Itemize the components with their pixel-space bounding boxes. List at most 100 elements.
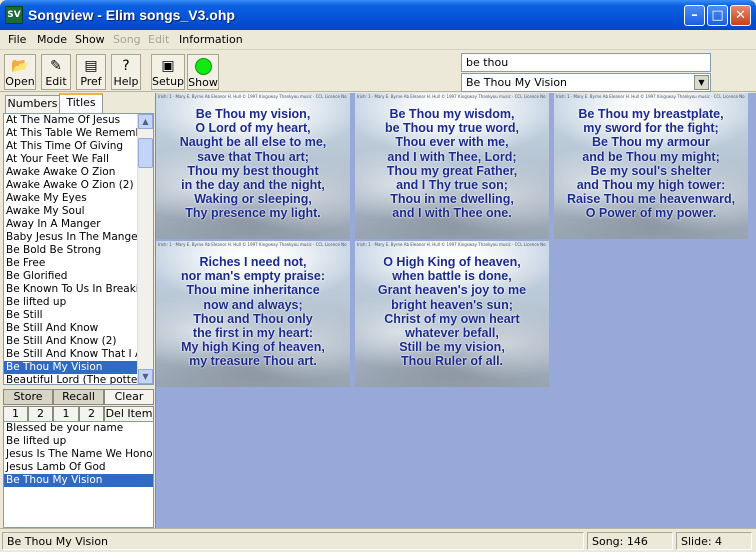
lyric-line: Be Thou my vision, [195,107,311,121]
help-icon: ? [122,58,130,74]
list-item[interactable]: Be Known To Us In Breaking [4,283,138,296]
open-button[interactable]: 📂 Open [4,54,36,90]
lyric-line: whatever befall, [405,326,499,341]
recall-rows: Blessed be your name Be lifted up Jesus Is… [4,422,153,487]
pref-label: Pref [80,75,102,88]
lyric-line: Waking or sleeping, [194,192,312,207]
lyric-line: O Power of my power. [585,206,717,221]
list-item[interactable]: Awake My Eyes [4,192,138,205]
list-item[interactable]: Beautiful Lord (The potters [4,374,138,384]
list-item[interactable]: Be Still And Know (2) [4,335,138,348]
lyric-line: Thou my best thought [187,163,319,178]
recall-button[interactable]: Recall [53,389,104,405]
search-input[interactable]: be thou [461,53,711,72]
minimize-icon: – [691,8,698,23]
chevron-down-icon[interactable]: ▼ [694,75,709,90]
slide-thumbnail-3[interactable]: Irish: 1 · Mary E. Byrne Ab Eleanor H. H… [554,93,748,239]
list-item[interactable]: At This Table We Remember [4,127,138,140]
help-button[interactable]: ? Help [111,54,141,90]
title-bar[interactable]: SV Songview - Elim songs_V3.ohp – □ ✕ [0,0,756,30]
slide-thumbnail-2[interactable]: Irish: 1 · Mary E. Byrne Ab Eleanor H. H… [355,93,549,239]
slide-thumbnail-1[interactable]: Irish: 1 · Mary E. Byrne Ab Eleanor H. H… [156,93,350,239]
titles-list[interactable]: At The Name Of Jesus At This Table We Rem… [3,113,154,385]
show-button[interactable]: Show [187,54,219,90]
menu-show[interactable]: Show [75,33,105,46]
lyric-line: and Thou my high tower: [576,178,726,193]
status-slide-number: Slide: 4 [676,532,752,550]
lyric-line: save that Thou art; [197,149,309,164]
list-item[interactable]: Be Glorified [4,270,138,283]
slide-lyrics: Riches I need not, nor man's empty praise… [156,255,350,369]
list-item[interactable]: Awake My Soul [4,205,138,218]
slide-thumbnail-5[interactable]: Irish: 1 · Mary E. Byrne Ab Eleanor H. H… [355,241,549,387]
list-item[interactable]: Be Still [4,309,138,322]
edit-button[interactable]: ✎ Edit [41,54,71,90]
slide-credit: Irish: 1 · Mary E. Byrne Ab Eleanor H. H… [158,242,348,247]
list-item[interactable]: At This Time Of Giving [4,140,138,153]
list-item[interactable]: At The Name Of Jesus [4,114,138,127]
maximize-button[interactable]: □ [707,5,728,26]
menu-edit[interactable]: Edit [148,33,169,46]
lyric-line: Riches I need not, [199,255,307,269]
minimize-button[interactable]: – [684,5,705,26]
store-slot-2-button[interactable]: 2 [28,406,53,422]
list-item[interactable]: Be Thou My Vision [4,361,138,374]
list-item[interactable]: Be Free [4,257,138,270]
close-icon: ✕ [735,8,746,23]
pref-button[interactable]: ▤ Pref [76,54,106,90]
help-label: Help [113,75,139,88]
recall-slot-1-button[interactable]: 1 [53,406,79,422]
scroll-up-icon[interactable]: ▲ [138,114,153,129]
lyric-line: my sword for the fight; [583,121,719,136]
menu-song[interactable]: Song [113,33,141,46]
store-button[interactable]: Store [3,389,53,405]
list-item[interactable]: Awake Awake O Zion [4,166,138,179]
tab-numbers[interactable]: Numbers [5,95,60,113]
menu-information[interactable]: Information [179,33,243,46]
scroll-down-icon[interactable]: ▼ [138,369,153,384]
lyric-line: Raise Thou me heavenward, [566,192,736,207]
left-panel: Numbers Titles At The Name Of Jesus At Th… [0,93,155,528]
lyric-line: Thou and Thou only [193,311,313,326]
list-item[interactable]: At Your Feet We Fall [4,153,138,166]
lyric-line: when battle is done, [392,269,512,284]
list-item[interactable]: Be Still And Know [4,322,138,335]
preferences-icon: ▤ [84,58,98,74]
lyric-line: Christ of my own heart [384,311,520,326]
lyric-line: and I Thy true son; [396,178,508,193]
recall-list[interactable]: Blessed be your name Be lifted up Jesus Is… [3,421,154,528]
slide-lyrics: Be Thou my wisdom, be Thou my true word, T… [355,107,549,221]
delete-item-button[interactable]: Del Item [104,406,154,422]
lyric-line: Thou in me dwelling, [390,192,514,207]
recall-item[interactable]: Jesus Is The Name We Honour [4,448,153,461]
menu-file[interactable]: File [8,33,26,46]
scroll-thumb[interactable] [138,138,153,168]
menu-mode[interactable]: Mode [37,33,67,46]
recall-slot-2-button[interactable]: 2 [79,406,104,422]
lyric-line: and I with Thee, Lord; [387,149,517,164]
lyric-line: My high King of heaven, [181,340,325,355]
slide-credit: Irish: 1 · Mary E. Byrne Ab Eleanor H. H… [158,94,348,99]
recall-item[interactable]: Be Thou My Vision [4,474,153,487]
slide-credit: Irish: 1 · Mary E. Byrne Ab Eleanor H. H… [357,94,547,99]
list-item[interactable]: Away In A Manger [4,218,138,231]
lyric-line: nor man's empty praise: [181,269,325,284]
store-slot-1-button[interactable]: 1 [3,406,28,422]
list-item[interactable]: Awake Awake O Zion (2) [4,179,138,192]
song-select[interactable]: Be Thou My Vision ▼ [461,73,711,92]
list-item[interactable]: Baby Jesus In The Manger [4,231,138,244]
close-button[interactable]: ✕ [730,5,751,26]
clear-button[interactable]: Clear [104,389,154,405]
tab-titles[interactable]: Titles [59,93,103,113]
list-item[interactable]: Be Still And Know That I Am [4,348,138,361]
list-item[interactable]: Be Bold Be Strong [4,244,138,257]
lyric-line: bright heaven's sun; [391,297,513,312]
recall-item[interactable]: Be lifted up [4,435,153,448]
document-edit-icon: ✎ [50,58,62,74]
titles-scrollbar[interactable]: ▲ ▼ [137,114,153,384]
list-item[interactable]: Be lifted up [4,296,138,309]
recall-item[interactable]: Blessed be your name [4,422,153,435]
slide-thumbnail-4[interactable]: Irish: 1 · Mary E. Byrne Ab Eleanor H. H… [156,241,350,387]
setup-button[interactable]: ▣ Setup [151,54,185,90]
recall-item[interactable]: Jesus Lamb Of God [4,461,153,474]
